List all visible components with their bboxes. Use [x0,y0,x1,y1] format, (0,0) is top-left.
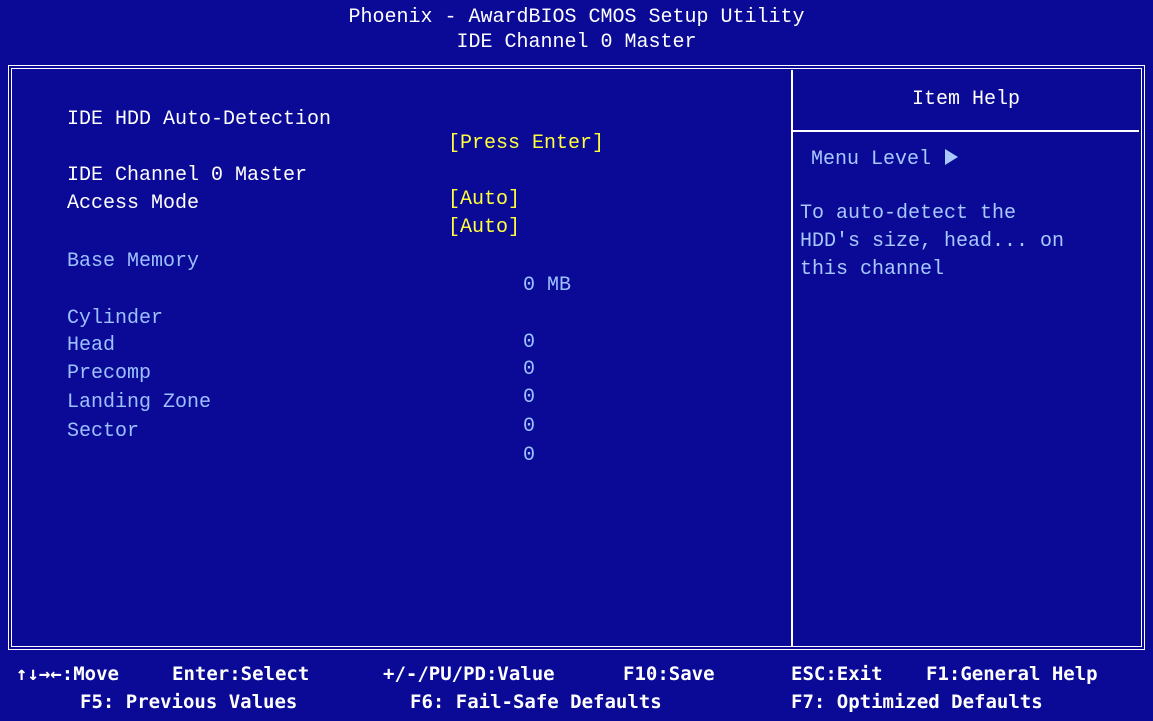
key-move: ↑↓→←:Move [16,663,119,685]
setting-value: 0 [523,358,536,381]
menu-level: Menu Level [811,148,959,172]
key-optimized-defaults: F7: Optimized Defaults [791,691,1043,713]
key-select: Enter:Select [172,663,310,685]
pane-divider [791,70,793,646]
help-description: To auto-detect the HDD's size, head... o… [800,202,1065,281]
setting-value: 0 [523,386,536,409]
title-bar: Phoenix - AwardBIOS CMOS Setup Utility I… [0,0,1153,64]
setting-value: 0 [523,444,536,467]
key-legend: ↑↓→←:Move Enter:Select +/-/PU/PD:Value F… [0,660,1153,721]
key-exit: ESC:Exit [791,663,883,685]
page-title: IDE Channel 0 Master [456,31,697,54]
setting-label: Cylinder [67,307,164,330]
setting-label: Head [67,334,116,357]
item-help-title: Item Help [911,88,1021,111]
setting-label: Sector [67,420,140,443]
setting-value[interactable]: [Auto] [448,216,520,240]
setting-label: Base Memory [67,250,200,273]
setting-value: 0 MB [523,274,572,297]
setting-row-sector: Sector 0 [0,396,535,492]
key-general-help: F1:General Help [926,663,1098,685]
setting-label: Landing Zone [67,391,212,414]
key-previous-values: F5: Previous Values [80,691,298,713]
setting-label: Precomp [67,362,152,385]
key-save: F10:Save [623,663,715,685]
app-title: Phoenix - AwardBIOS CMOS Setup Utility [348,6,805,29]
menu-level-label: Menu Level [811,148,932,171]
setting-value[interactable]: [Auto] [448,188,520,212]
setting-label: IDE HDD Auto-Detection [67,108,332,131]
key-fail-safe-defaults: F6: Fail-Safe Defaults [410,691,662,713]
setting-label: IDE Channel 0 Master [67,164,308,187]
setting-value: 0 [523,331,536,354]
help-divider [793,130,1139,132]
setting-value[interactable]: [Press Enter] [448,132,604,156]
right-triangle-icon [945,149,959,165]
key-value: +/-/PU/PD:Value [383,663,555,685]
setting-value: 0 [523,415,536,438]
setting-label: Access Mode [67,192,200,215]
